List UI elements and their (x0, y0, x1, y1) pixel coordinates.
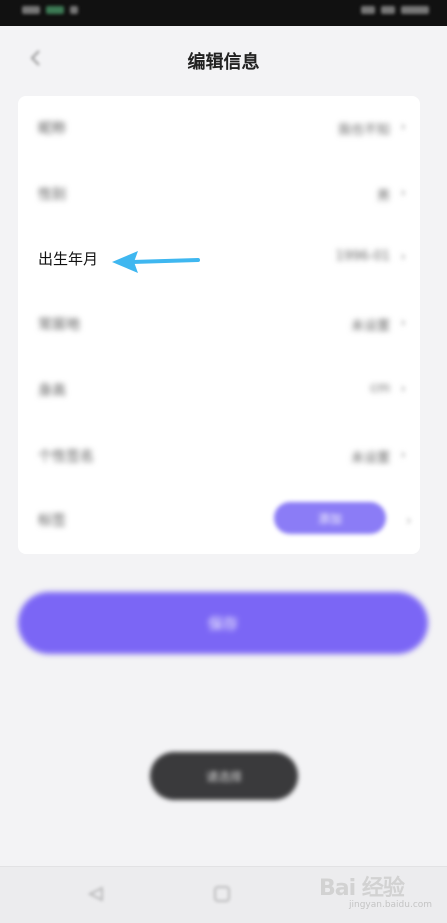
chevron-right-icon: › (406, 513, 412, 529)
baidu-jingyan-watermark: Bai 经验 jingyan.baidu.com (319, 870, 437, 916)
nav-back-icon[interactable] (88, 887, 104, 901)
form-row-height[interactable]: 身高 cm › (18, 358, 420, 424)
nickname-value: 我也不知 (337, 123, 390, 138)
watermark-logo: Bai 经验 (319, 876, 405, 901)
chevron-right-icon: › (400, 447, 406, 463)
page-title: 编辑信息 (187, 52, 260, 73)
hometown-value: 未设置 (350, 319, 390, 334)
app-header: 编辑信息 (0, 26, 447, 92)
network-indicator (46, 6, 64, 14)
watermark-url: jingyan.baidu.com (349, 900, 433, 910)
form-row-hometown[interactable]: 常居地 未设置 › (18, 292, 420, 358)
signal-icon (70, 6, 78, 14)
carrier-indicator (22, 6, 40, 14)
hometown-label: 常居地 (38, 317, 80, 333)
form-row-gender[interactable]: 性别 男 › (18, 162, 420, 228)
form-row-birthday[interactable]: 出生年月 1996-01 › (18, 226, 420, 292)
form-row-signature[interactable]: 个性签名 未设置 › (18, 424, 420, 490)
nav-home-icon[interactable] (214, 886, 230, 902)
chevron-right-icon: › (400, 315, 406, 331)
birthday-value: 1996-01 (335, 249, 390, 264)
status-right (361, 6, 429, 14)
toast-message: 请选择 (150, 752, 298, 800)
save-button[interactable]: 保存 (18, 592, 428, 654)
height-label: 身高 (38, 383, 66, 399)
status-bar (0, 0, 447, 26)
chevron-right-icon: › (400, 185, 406, 201)
signal-bars-icon (381, 6, 395, 14)
birthday-label: 出生年月 (38, 250, 99, 268)
add-tag-pill[interactable]: 添加 (274, 502, 386, 534)
height-value: cm (370, 381, 390, 396)
signature-value: 未设置 (350, 451, 390, 466)
gender-label: 性别 (38, 187, 66, 203)
add-tag-label: 添加 (317, 511, 342, 526)
wifi-icon (361, 6, 375, 14)
signature-label: 个性签名 (38, 449, 94, 465)
form-row-nickname[interactable]: 昵称 我也不知 › (18, 96, 420, 162)
form-row-tags[interactable]: 标签 添加 (18, 488, 420, 554)
save-button-label: 保存 (207, 614, 238, 633)
battery-icon (401, 6, 429, 14)
gender-value: 男 (376, 189, 390, 204)
nickname-label: 昵称 (38, 121, 66, 137)
chevron-right-icon: › (400, 381, 406, 397)
toast-text: 请选择 (205, 769, 242, 784)
profile-form-card: 昵称 我也不知 › 性别 男 › 出生年月 1996-01 › 常居地 未设置 … (18, 96, 420, 554)
tags-label: 标签 (38, 513, 66, 529)
chevron-right-icon: › (400, 249, 406, 265)
status-left (22, 6, 78, 14)
chevron-right-icon: › (400, 119, 406, 135)
annotation-arrow-icon (112, 251, 200, 273)
